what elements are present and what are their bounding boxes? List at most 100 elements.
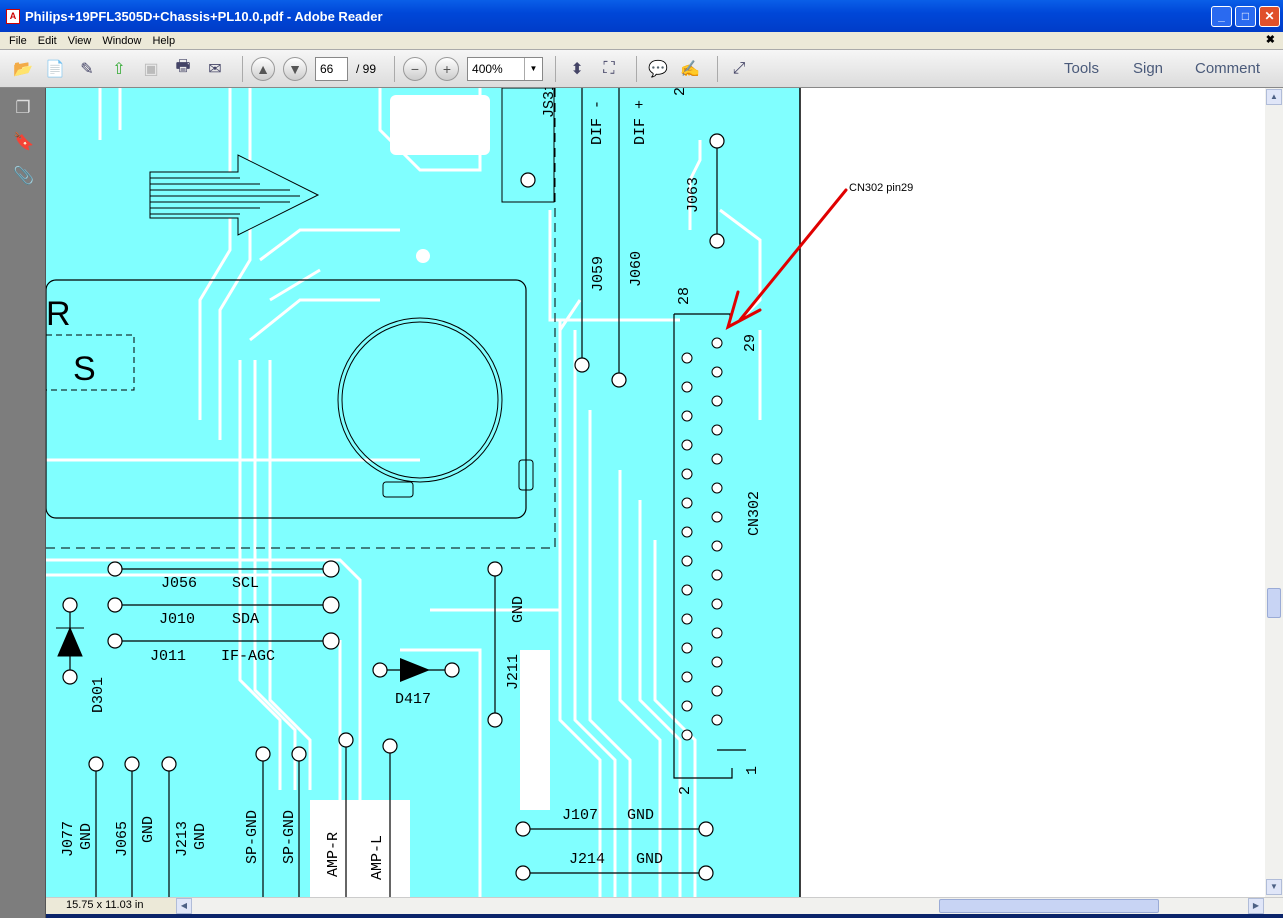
connector-pin — [681, 584, 693, 596]
svg-text:J060: J060 — [628, 251, 645, 287]
svg-text:1: 1 — [744, 766, 761, 775]
svg-text:R: R — [46, 295, 71, 333]
connector-pin — [711, 714, 723, 726]
email-icon[interactable]: ✉ — [202, 56, 228, 82]
page-size-status: 15.75 x 11.03 in — [46, 898, 176, 914]
svg-text:GND: GND — [192, 823, 209, 850]
chevron-down-icon[interactable]: ▼ — [524, 57, 542, 80]
horizontal-scroll-thumb[interactable] — [939, 899, 1159, 913]
connector-pin — [681, 497, 693, 509]
sign-button[interactable]: Sign — [1133, 60, 1163, 77]
minimize-button[interactable]: _ — [1211, 6, 1232, 27]
svg-text:GND: GND — [636, 851, 663, 868]
svg-text:28: 28 — [676, 287, 693, 305]
create-pdf-icon[interactable]: 📄 — [42, 56, 68, 82]
svg-text:GND: GND — [510, 596, 527, 623]
svg-text:29: 29 — [742, 334, 759, 352]
svg-text:S: S — [73, 350, 96, 388]
previous-page-button[interactable]: ▲ — [251, 56, 275, 81]
pcb-layout: JS31 DIF - DIF + 2 J063 J059 J060 28 29 … — [46, 88, 848, 897]
svg-text:AMP-L: AMP-L — [369, 835, 386, 880]
page-total: / 99 — [356, 61, 377, 76]
pdf-icon: A — [6, 8, 20, 24]
connector-pin — [711, 569, 723, 581]
svg-text:AMP-R: AMP-R — [325, 832, 342, 877]
vertical-scroll-thumb[interactable] — [1267, 588, 1281, 618]
close-button[interactable]: ✕ — [1259, 6, 1280, 27]
connector-pin — [681, 381, 693, 393]
svg-text:CN302: CN302 — [746, 491, 763, 536]
close-document-icon[interactable]: ✖ — [1266, 33, 1275, 46]
edit-icon[interactable]: ✎ — [74, 56, 100, 82]
sticky-note-icon[interactable]: 💬 — [645, 56, 671, 82]
zoom-value: 400% — [472, 61, 503, 76]
fit-page-icon[interactable]: ⛶ — [596, 56, 622, 82]
scroll-up-button[interactable]: ▲ — [1266, 89, 1282, 105]
connector-pin — [711, 482, 723, 494]
svg-text:DIF +: DIF + — [632, 100, 649, 145]
connector-pin — [711, 424, 723, 436]
scroll-right-button[interactable]: ▶ — [1248, 898, 1264, 914]
save-icon[interactable]: ▣ — [138, 56, 164, 82]
full-screen-icon[interactable]: ⤢ — [726, 56, 752, 82]
connector-pin — [711, 656, 723, 668]
next-page-button[interactable]: ▼ — [283, 56, 307, 81]
connector-pin — [711, 453, 723, 465]
menu-bar: File Edit View Window Help ✖ — [0, 32, 1283, 50]
connector-pin — [681, 526, 693, 538]
menu-view[interactable]: View — [68, 35, 92, 47]
title-bar: A Philips+19PFL3505D+Chassis+PL10.0.pdf … — [0, 0, 1283, 32]
connector-pin — [711, 366, 723, 378]
bookmark-icon[interactable]: 🔖 — [13, 132, 34, 152]
connector-pin — [711, 685, 723, 697]
menu-file[interactable]: File — [9, 35, 27, 47]
svg-text:2: 2 — [677, 786, 694, 795]
print-icon[interactable]: 🖶 — [170, 56, 196, 82]
fit-width-icon[interactable]: ⬍ — [564, 56, 590, 82]
svg-text:SP-GND: SP-GND — [244, 810, 261, 864]
vertical-scrollbar[interactable]: ▲ ▼ — [1265, 88, 1283, 897]
scroll-down-button[interactable]: ▼ — [1266, 879, 1282, 895]
menu-help[interactable]: Help — [152, 35, 175, 47]
connector-pin — [711, 598, 723, 610]
svg-text:D301: D301 — [90, 677, 107, 713]
svg-text:JS31: JS31 — [541, 88, 558, 118]
zoom-out-button[interactable]: − — [403, 56, 428, 81]
menu-edit[interactable]: Edit — [38, 35, 57, 47]
svg-text:D417: D417 — [395, 691, 431, 708]
svg-text:J059: J059 — [590, 256, 607, 292]
connector-pin — [711, 511, 723, 523]
highlight-text-icon[interactable]: ✍ — [677, 56, 703, 82]
connector-pin — [711, 337, 723, 349]
pages-icon[interactable]: ❐ — [13, 98, 33, 118]
upload-icon[interactable]: ⇧ — [106, 56, 132, 82]
maximize-button[interactable]: □ — [1235, 6, 1256, 27]
svg-text:J010: J010 — [159, 611, 195, 628]
connector-pin — [681, 352, 693, 364]
svg-text:2: 2 — [672, 88, 689, 96]
horizontal-scrollbar[interactable]: 15.75 x 11.03 in ◀ ▶ — [46, 897, 1283, 914]
scroll-left-button[interactable]: ◀ — [176, 898, 192, 914]
svg-text:GND: GND — [627, 807, 654, 824]
connector-pin — [711, 627, 723, 639]
page-number-input[interactable]: 66 — [315, 56, 348, 81]
zoom-in-button[interactable]: + — [435, 56, 460, 81]
attachment-icon[interactable]: 📎 — [13, 166, 34, 186]
menu-window[interactable]: Window — [102, 35, 141, 47]
svg-text:J065: J065 — [114, 821, 131, 857]
connector-pin — [681, 410, 693, 422]
svg-text:J063: J063 — [685, 177, 702, 213]
connector-pin — [681, 671, 693, 683]
connector-pin — [681, 613, 693, 625]
svg-text:J077: J077 — [60, 821, 77, 857]
document-view[interactable]: JS31 DIF - DIF + 2 J063 J059 J060 28 29 … — [46, 88, 1265, 897]
open-icon[interactable]: 📂 — [10, 56, 36, 82]
svg-text:J107: J107 — [562, 807, 598, 824]
zoom-select[interactable]: 400% ▼ — [467, 56, 544, 81]
svg-text:J213: J213 — [174, 821, 191, 857]
tools-button[interactable]: Tools — [1064, 60, 1099, 77]
connector-pin — [681, 642, 693, 654]
svg-text:SP-GND: SP-GND — [281, 810, 298, 864]
svg-text:J011: J011 — [150, 648, 186, 665]
comment-button[interactable]: Comment — [1195, 60, 1260, 77]
